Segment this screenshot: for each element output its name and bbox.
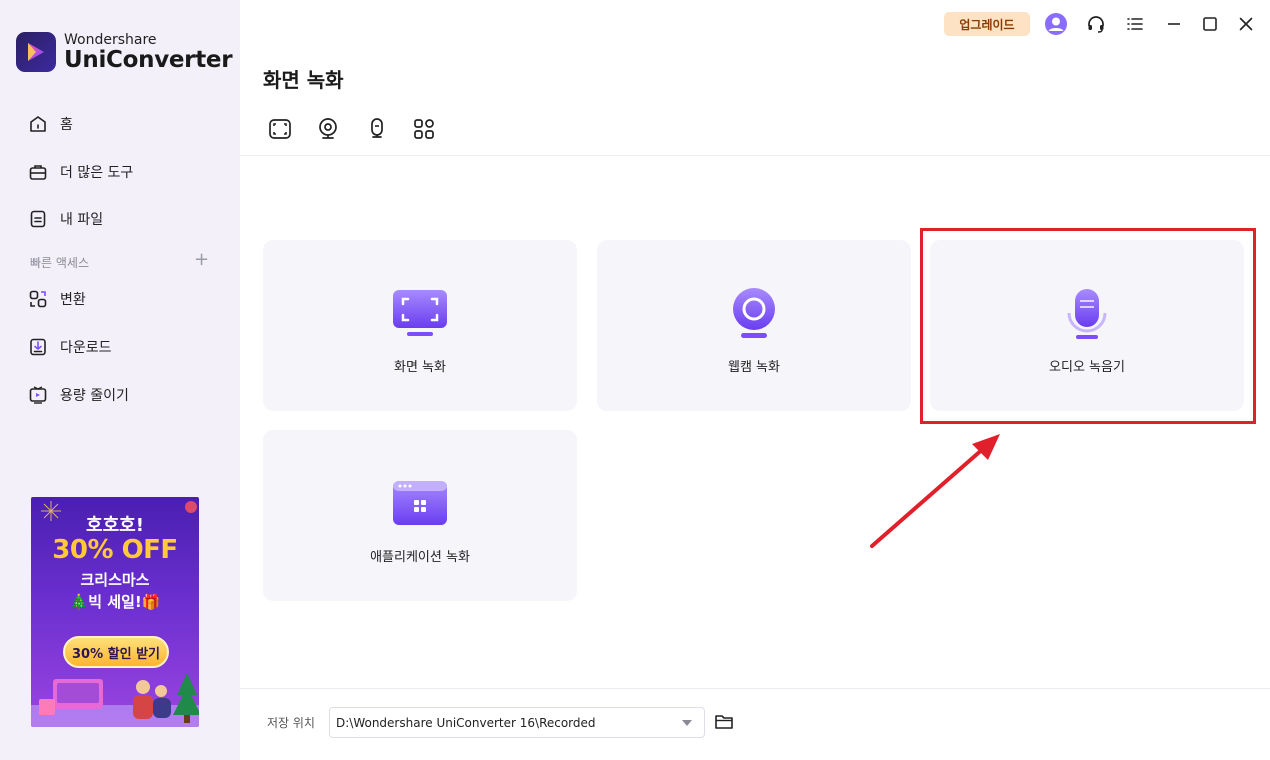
card-webcam-record[interactable]: 웹캠 녹화 — [597, 240, 911, 411]
webcam-card-icon — [724, 286, 784, 342]
home-icon — [26, 112, 50, 136]
promo-sale: 🎄빅 세일!🎁 — [69, 593, 161, 611]
upgrade-button[interactable]: 업그레이드 — [944, 12, 1030, 36]
sidebar-item-compress[interactable]: 용량 줄이기 — [26, 381, 129, 409]
sidebar-item-home[interactable]: 홈 — [26, 110, 73, 138]
card-label: 화면 녹화 — [394, 360, 446, 375]
promo-claim-button[interactable]: 30% 할인 받기 — [63, 636, 169, 668]
header-divider — [240, 155, 1270, 156]
close-icon[interactable] — [1234, 12, 1258, 36]
card-label: 애플리케이션 녹화 — [370, 550, 470, 565]
promo-discount: 30% OFF — [52, 535, 178, 565]
save-location-value: D:\Wondershare UniConverter 16\Recorded — [336, 715, 596, 730]
save-location-select[interactable]: D:\Wondershare UniConverter 16\Recorded — [329, 707, 705, 738]
avatar-icon[interactable] — [1044, 12, 1068, 36]
compress-icon — [26, 383, 50, 407]
sidebar-item-my-files[interactable]: 내 파일 — [26, 205, 103, 233]
sidebar-item-download[interactable]: 다운로드 — [26, 333, 112, 361]
logo-icon — [16, 32, 56, 72]
convert-icon — [26, 287, 50, 311]
folder-icon[interactable] — [713, 711, 735, 733]
chevron-down-icon — [682, 720, 692, 726]
screen-record-icon[interactable] — [267, 116, 293, 142]
webcam-icon[interactable] — [315, 116, 341, 142]
application-card-icon — [390, 476, 450, 532]
menu-icon[interactable] — [1123, 12, 1147, 36]
card-label: 웹캠 녹화 — [728, 360, 780, 375]
pointer-arrow-icon — [870, 434, 1000, 548]
quick-access-label: 빠른 액세스 — [30, 256, 90, 270]
sidebar: Wondershare UniConverter 홈 더 많은 도구 내 파일 … — [0, 0, 240, 760]
sidebar-item-label: 변환 — [60, 292, 86, 308]
headset-icon[interactable] — [1084, 12, 1108, 36]
sidebar-item-label: 다운로드 — [60, 340, 112, 356]
screen-card-icon — [390, 286, 450, 342]
audio-icon[interactable] — [363, 116, 389, 142]
file-icon — [26, 207, 50, 231]
minimize-icon[interactable] — [1162, 12, 1186, 36]
brand-line2: UniConverter — [64, 46, 233, 73]
sidebar-item-label: 내 파일 — [60, 212, 104, 228]
sidebar-item-label: 더 많은 도구 — [60, 165, 134, 181]
card-screen-record[interactable]: 화면 녹화 — [263, 240, 577, 411]
download-icon — [26, 335, 50, 359]
sidebar-item-label: 홈 — [60, 117, 73, 133]
promo-subtitle: 크리스마스 — [80, 571, 150, 589]
promo-headline: 호호호! — [86, 515, 144, 536]
app-logo: Wondershare UniConverter — [16, 31, 233, 73]
page-title: 화면 녹화 — [263, 68, 344, 92]
add-quick-access-button[interactable]: + — [194, 251, 209, 269]
toolbox-icon — [26, 160, 50, 184]
card-application-record[interactable]: 애플리케이션 녹화 — [263, 430, 577, 601]
sidebar-item-convert[interactable]: 변환 — [26, 285, 86, 313]
save-location-label: 저장 위치 — [267, 716, 315, 730]
brand-line1: Wondershare — [64, 31, 157, 48]
christmas-scene-icon — [31, 673, 199, 727]
sidebar-item-more-tools[interactable]: 더 많은 도구 — [26, 158, 133, 186]
footer-divider — [240, 688, 1270, 689]
highlight-box — [920, 228, 1256, 424]
apps-icon[interactable] — [411, 116, 437, 142]
promo-banner[interactable]: 호호호! 30% OFF 크리스마스 🎄빅 세일!🎁 30% 할인 받기 — [31, 497, 199, 727]
maximize-icon[interactable] — [1198, 12, 1222, 36]
sidebar-item-label: 용량 줄이기 — [60, 388, 129, 404]
